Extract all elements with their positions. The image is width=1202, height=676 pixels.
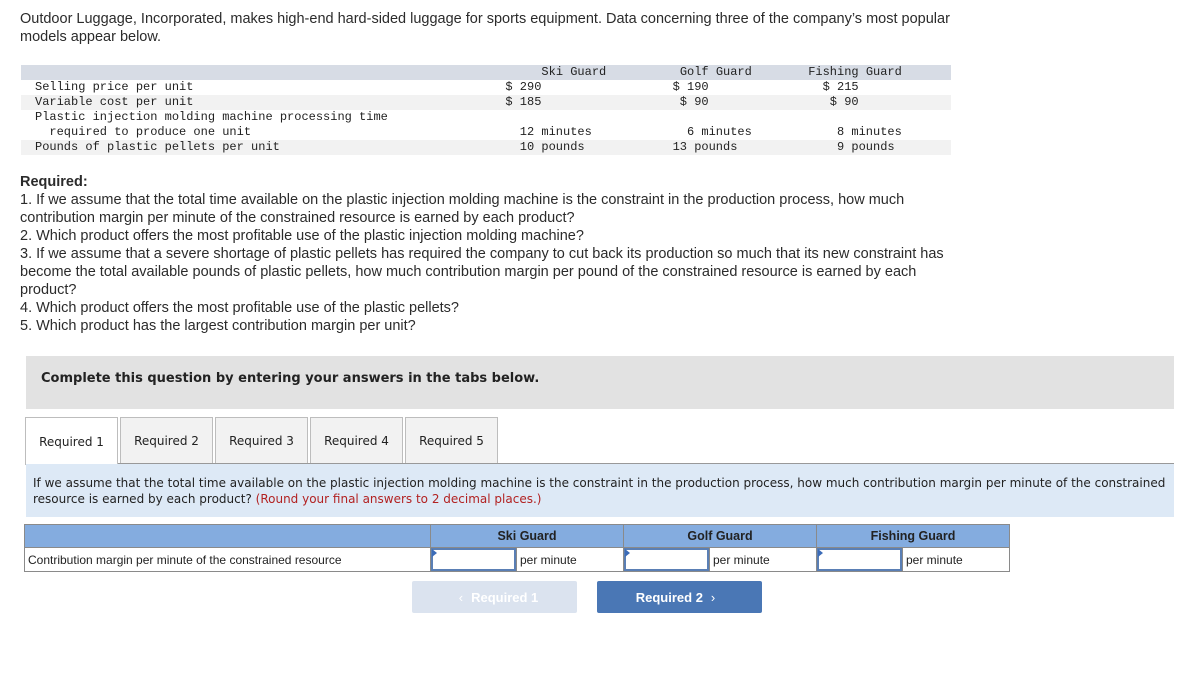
data-row: Variable cost per unit $ 185 $ 90 $ 90 <box>21 95 951 110</box>
chevron-right-icon: › <box>710 589 716 605</box>
rounding-hint: (Round your final answers to 2 decimal p… <box>255 492 542 506</box>
next-required-button[interactable]: Required 2 › <box>597 581 762 613</box>
required-item: 4. Which product offers the most profita… <box>20 300 459 316</box>
tab-bar: Required 1 Required 2 Required 3 Require… <box>25 417 500 465</box>
required-title: Required: <box>20 174 88 190</box>
data-row: required to produce one unit 12 minutes … <box>35 125 902 139</box>
prev-required-button[interactable]: ‹ Required 1 <box>412 581 577 613</box>
required-item: 2. Which product offers the most profita… <box>20 228 584 244</box>
col-fishing-guard: Fishing Guard <box>801 65 951 80</box>
unit-label: per minute <box>516 547 624 572</box>
problem-intro: Outdoor Luggage, Incorporated, makes hig… <box>20 11 950 45</box>
answer-table: Ski Guard Golf Guard Fishing Guard Contr… <box>24 524 1010 572</box>
required-item: 3. If we assume that a severe shortage o… <box>20 246 944 298</box>
required-item: 1. If we assume that the total time avai… <box>20 192 905 226</box>
instructions-text: If we assume that the total time availab… <box>33 476 1166 506</box>
tab-required-3[interactable]: Required 3 <box>215 417 308 464</box>
header-fishing-guard: Fishing Guard <box>816 524 1010 548</box>
answer-row: Contribution margin per minute of the co… <box>24 547 1010 572</box>
product-data-table: Ski Guard Golf Guard Fishing Guard Selli… <box>21 65 951 155</box>
tab-required-4[interactable]: Required 4 <box>310 417 403 464</box>
header-golf-guard: Golf Guard <box>623 524 817 548</box>
answer-table-header: Ski Guard Golf Guard Fishing Guard <box>24 524 1010 548</box>
data-row: Pounds of plastic pellets per unit 10 po… <box>21 140 951 155</box>
data-table-header: Ski Guard Golf Guard Fishing Guard <box>21 65 951 80</box>
header-ski-guard: Ski Guard <box>430 524 624 548</box>
unit-label: per minute <box>709 547 817 572</box>
answer-row-label: Contribution margin per minute of the co… <box>24 547 431 572</box>
instructions-panel: If we assume that the total time availab… <box>26 464 1174 517</box>
required-section: Required: 1. If we assume that the total… <box>20 173 950 335</box>
unit-label: per minute <box>902 547 1010 572</box>
col-golf-guard: Golf Guard <box>651 65 801 80</box>
data-row: Selling price per unit $ 290 $ 190 $ 215 <box>35 80 859 94</box>
col-ski-guard: Ski Guard <box>491 65 651 80</box>
tab-required-5[interactable]: Required 5 <box>405 417 498 464</box>
data-row: Plastic injection molding machine proces… <box>35 110 388 124</box>
complete-question-banner: Complete this question by entering your … <box>26 356 1174 409</box>
golf-guard-cm-input[interactable] <box>624 548 709 571</box>
chevron-left-icon: ‹ <box>458 589 464 605</box>
tab-required-1[interactable]: Required 1 <box>25 417 118 465</box>
fishing-guard-cm-input[interactable] <box>817 548 902 571</box>
required-item: 5. Which product has the largest contrib… <box>20 318 416 334</box>
ski-guard-cm-input[interactable] <box>431 548 516 571</box>
tab-required-2[interactable]: Required 2 <box>120 417 213 464</box>
